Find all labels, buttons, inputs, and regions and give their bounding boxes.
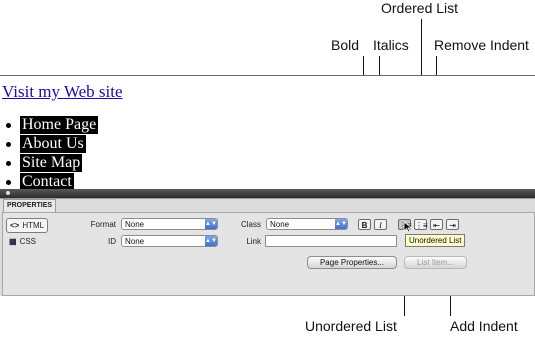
bold-button[interactable]: B <box>358 219 371 230</box>
chevron-updown-icon: ▲▼ <box>335 219 347 229</box>
cursor-icon <box>403 221 413 233</box>
italic-button[interactable]: I <box>374 219 387 230</box>
format-select[interactable]: None ▲▼ <box>121 218 218 230</box>
tooltip: Unordered List <box>405 234 466 247</box>
design-view: Visit my Web site Home Page About Us Sit… <box>0 75 535 192</box>
list-item: About Us <box>6 135 98 153</box>
format-label: Format <box>90 220 116 229</box>
add-indent-button[interactable]: ⇥ <box>446 219 459 230</box>
add-indent-icon: ⇥ <box>449 221 456 230</box>
nav-item-text[interactable]: Home Page <box>20 116 99 134</box>
css-icon: ▦ <box>9 237 17 246</box>
id-label: ID <box>108 237 116 246</box>
html-mode-label: HTML <box>22 221 45 230</box>
list-item: Home Page <box>6 116 99 134</box>
class-select[interactable]: None ▲▼ <box>266 218 348 230</box>
css-mode-label: CSS <box>19 237 37 246</box>
properties-panel: PROPERTIES <box>0 198 535 296</box>
class-label: Class <box>240 220 261 229</box>
html-icon: <> <box>10 221 20 230</box>
html-mode-button[interactable]: <> HTML <box>6 218 49 233</box>
panel-grip-icon[interactable] <box>6 191 10 195</box>
ordered-list-icon: ⋮≡ <box>415 221 428 230</box>
callout-italics: Italics <box>373 37 409 53</box>
bullet-icon <box>6 179 11 185</box>
link-input[interactable] <box>265 235 397 247</box>
callout-bold: Bold <box>331 37 360 53</box>
list-item: Site Map <box>6 154 98 172</box>
page-properties-button[interactable]: Page Properties... <box>307 256 397 269</box>
id-select[interactable]: None ▲▼ <box>121 235 218 247</box>
tab-properties[interactable]: PROPERTIES <box>3 199 56 212</box>
bullet-icon <box>6 122 11 128</box>
bullet-icon <box>6 160 11 166</box>
remove-indent-button[interactable]: ⇤ <box>430 219 443 230</box>
nav-item-text[interactable]: About Us <box>20 135 86 153</box>
callout-unordered-list: Unordered List <box>305 318 397 334</box>
bullet-icon <box>6 141 11 147</box>
panel-title-bar[interactable] <box>0 189 535 198</box>
nav-list: Home Page About Us Site Map Contact <box>6 116 99 192</box>
link-label: Link <box>246 237 261 246</box>
nav-item-text[interactable]: Site Map <box>20 154 83 172</box>
class-value: None <box>270 220 290 229</box>
chevron-updown-icon: ▲▼ <box>205 219 217 229</box>
remove-indent-icon: ⇤ <box>433 221 440 230</box>
css-mode-button[interactable]: ▦ CSS <box>6 235 39 248</box>
visit-site-link[interactable]: Visit my Web site <box>2 82 123 102</box>
format-value: None <box>125 220 145 229</box>
ordered-list-button[interactable]: ⋮≡ <box>414 219 428 230</box>
list-item-button[interactable]: List Item... <box>404 256 467 269</box>
callout-remove-indent: Remove Indent <box>434 37 529 53</box>
callout-add-indent: Add Indent <box>450 318 518 334</box>
chevron-updown-icon: ▲▼ <box>205 236 217 246</box>
callout-ordered-list: Ordered List <box>381 0 459 16</box>
id-value: None <box>125 237 145 246</box>
